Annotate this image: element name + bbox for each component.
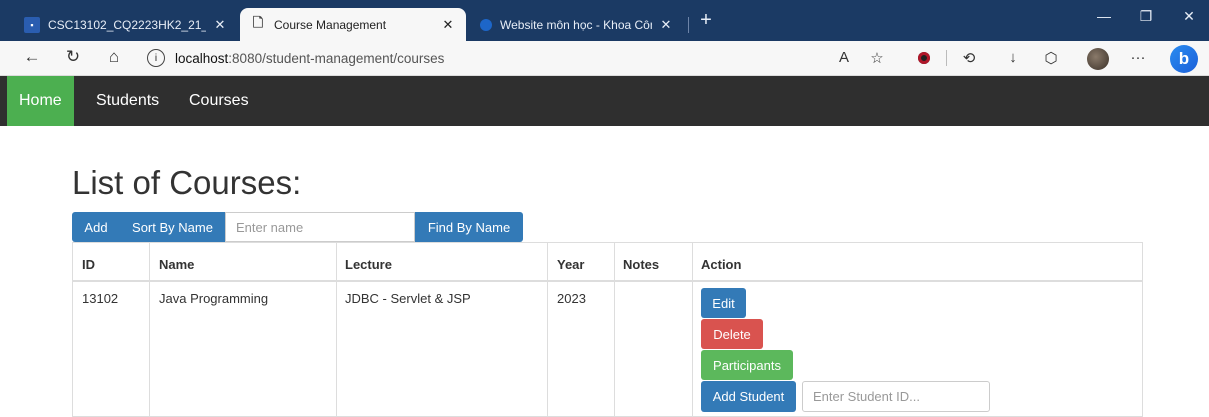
site-favicon-icon	[480, 18, 492, 31]
close-icon[interactable]: ✕	[212, 17, 228, 33]
tab-divider	[688, 17, 689, 33]
student-id-input[interactable]: Enter Student ID...	[802, 381, 990, 412]
delete-button[interactable]: Delete	[701, 319, 763, 349]
toolbar-divider	[946, 50, 947, 66]
restore-icon[interactable]: ❐	[1132, 8, 1160, 25]
tab-title: CSC13102_CQ2223HK2_21_6: Bà	[48, 17, 206, 32]
close-icon[interactable]: ✕	[440, 17, 456, 33]
bing-copilot-icon[interactable]: b	[1170, 45, 1198, 73]
window-close-icon[interactable]: ✕	[1175, 8, 1203, 25]
minimize-icon[interactable]: —	[1090, 8, 1118, 24]
back-icon[interactable]: ←	[20, 47, 44, 67]
cell-lecture: JDBC - Servlet & JSP	[345, 291, 471, 306]
app-navbar: Home Students Courses	[0, 76, 1209, 126]
nav-home[interactable]: Home	[7, 76, 74, 126]
nav-students[interactable]: Students	[84, 76, 171, 126]
participants-button[interactable]: Participants	[701, 350, 793, 380]
profile-avatar[interactable]	[1087, 48, 1109, 70]
site-info-icon[interactable]: i	[147, 49, 165, 67]
url-path: :8080/student-management/courses	[228, 50, 445, 66]
nav-courses[interactable]: Courses	[177, 76, 261, 126]
more-menu-icon[interactable]: ···	[1127, 49, 1149, 66]
home-icon[interactable]: ⌂	[102, 47, 126, 67]
tab-title: Website môn học - Khoa Công n	[500, 17, 652, 32]
add-student-button[interactable]: Add Student	[701, 381, 796, 412]
column-divider	[692, 243, 693, 416]
browser-toolbar: ← ↻ ⌂ i localhost:8080/student-managemen…	[0, 41, 1209, 76]
column-header-name: Name	[159, 257, 195, 272]
history-icon[interactable]: ⟲	[958, 49, 980, 67]
column-header-id: ID	[82, 257, 95, 272]
column-header-lecture: Lecture	[345, 257, 392, 272]
moodle-favicon-icon: ▪	[24, 16, 40, 33]
new-tab-icon[interactable]: +	[694, 9, 718, 32]
read-aloud-icon[interactable]: A	[833, 49, 855, 66]
browser-tab-strip: ▪ CSC13102_CQ2223HK2_21_6: Bà ✕ 🗋 Course…	[0, 0, 1209, 41]
extensions-icon[interactable]: ⬡	[1040, 49, 1062, 67]
cell-id: 13102	[82, 291, 119, 306]
column-header-notes: Notes	[623, 257, 660, 272]
browser-tab[interactable]: ▪ CSC13102_CQ2223HK2_21_6: Bà ✕	[14, 8, 238, 41]
browser-tab-active[interactable]: 🗋 Course Management ✕	[240, 8, 466, 41]
edit-button[interactable]: Edit	[701, 288, 746, 318]
address-bar[interactable]: i localhost:8080/student-management/cour…	[147, 45, 657, 71]
find-by-name-button[interactable]: Find By Name	[415, 212, 523, 242]
cell-name: Java Programming	[159, 291, 269, 306]
column-header-year: Year	[557, 257, 585, 272]
column-divider	[547, 243, 548, 416]
close-icon[interactable]: ✕	[658, 17, 674, 33]
column-divider	[614, 243, 615, 416]
column-divider	[336, 243, 337, 416]
favorite-icon[interactable]: ☆	[866, 49, 888, 67]
url-host: localhost	[175, 50, 229, 66]
download-icon[interactable]: ↓	[1002, 49, 1024, 66]
tab-title: Course Management	[274, 17, 387, 32]
recording-extension-icon[interactable]	[918, 52, 930, 64]
header-divider	[73, 280, 1142, 282]
reload-icon[interactable]: ↻	[61, 47, 85, 67]
course-name-search-input[interactable]: Enter name	[225, 212, 415, 242]
page-title: List of Courses:	[72, 164, 302, 201]
page-icon: 🗋	[252, 14, 264, 30]
column-divider	[149, 243, 150, 416]
cell-year: 2023	[557, 291, 586, 306]
browser-tab[interactable]: Website môn học - Khoa Công n ✕	[470, 8, 684, 41]
add-course-button[interactable]: Add	[72, 212, 120, 242]
sort-by-name-button[interactable]: Sort By Name	[120, 212, 225, 242]
column-header-action: Action	[701, 257, 742, 272]
